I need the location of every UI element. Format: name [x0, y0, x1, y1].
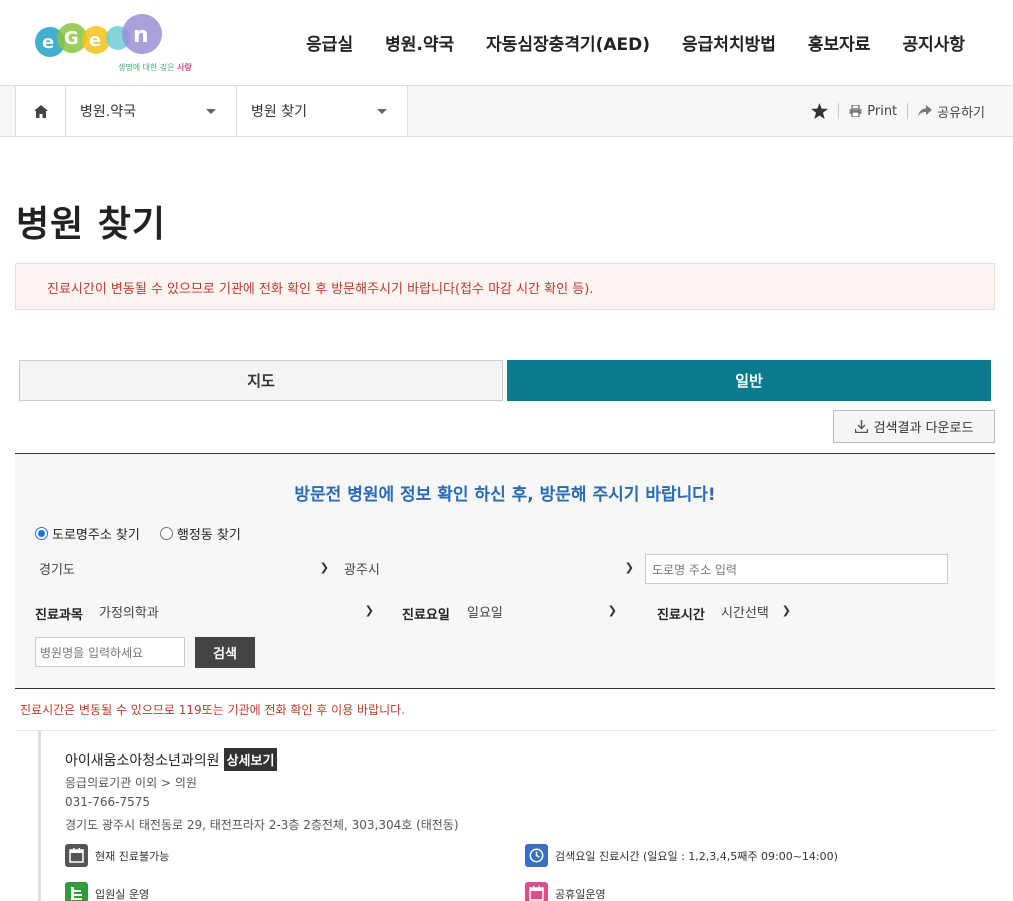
breadcrumb-level1-dropdown[interactable]: 병원.약국 [66, 86, 237, 136]
radio-road-address-label: 도로명주소 찾기 [52, 528, 140, 543]
weekday-label: 진료요일 [402, 608, 450, 623]
print-label: Print [867, 103, 898, 119]
caret-down-icon [377, 109, 387, 114]
holiday-calendar-icon [525, 882, 548, 901]
svg-text:e: e [89, 30, 101, 51]
nav-item-first-aid[interactable]: 응급처치방법 [682, 30, 776, 55]
svg-text:n: n [133, 23, 149, 48]
road-address-input[interactable]: 도로명 주소 입력 [645, 554, 948, 584]
download-icon [854, 420, 868, 433]
search-panel: 방문전 병원에 정보 확인 하신 후, 방문해 주시기 바랍니다! 도로명주소 … [15, 453, 995, 689]
result-notice: 진료시간은 변동될 수 있으므로 119또는 기관에 전화 확인 후 이용 바랍… [20, 703, 406, 717]
feature-hours-text: 검색요일 진료시간 (일요일 : 1,2,3,4,5째주 09:00~14:00… [555, 849, 838, 863]
share-label: 공유하기 [937, 105, 985, 121]
svg-text:e: e [42, 32, 54, 53]
chevron-down-icon: ❯ [781, 604, 791, 617]
calendar-icon [65, 844, 88, 867]
chevron-down-icon: ❯ [607, 604, 617, 617]
feature-inpatient-text: 입원실 운영 [95, 887, 150, 901]
location-bar: 병원.약국 병원 찾기 Print 공유하기 [0, 86, 1013, 137]
hospital-name-row: 아이새움소아청소년과의원 상세보기 [65, 748, 278, 771]
utility-links: Print 공유하기 [811, 86, 985, 136]
feature-holiday-text: 공휴일운영 [555, 887, 606, 901]
site-logo[interactable]: e G e n 생명에 대한 깊은 사랑 [34, 12, 192, 76]
department-select[interactable]: 가정의학과 ❯ [95, 596, 380, 626]
time-select[interactable]: 시간선택 ❯ [717, 596, 797, 626]
hospital-category: 응급의료기관 이외 > 의원 [65, 776, 197, 790]
department-label: 진료과목 [35, 608, 83, 623]
radio-admin-district-label: 행정동 찾기 [176, 528, 241, 543]
weekday-value: 일요일 [467, 605, 503, 621]
nav-item-notice[interactable]: 공지사항 [902, 30, 965, 55]
hospital-address: 경기도 광주시 태전동로 29, 태전프라자 2-3층 2층전체, 303,30… [65, 818, 459, 832]
province-select[interactable]: 경기도 ❯ [35, 553, 335, 583]
radio-unchecked-icon [159, 527, 173, 540]
print-button[interactable]: Print [849, 104, 897, 119]
radio-checked-icon [35, 527, 48, 540]
detail-view-button[interactable]: 상세보기 [223, 748, 278, 771]
chevron-down-icon: ❯ [624, 561, 634, 574]
divider [838, 103, 840, 119]
hospital-name[interactable]: 아이새움소아청소년과의원 [65, 750, 220, 770]
feature-current-status-text: 현재 진료불가능 [95, 849, 170, 863]
share-arrow-icon [918, 105, 933, 117]
weekday-select[interactable]: 일요일 ❯ [463, 596, 623, 626]
feature-inpatient: 입원실 운영 [65, 882, 149, 901]
nav-item-promotion[interactable]: 홍보자료 [808, 30, 871, 55]
notice-banner: 진료시간이 변동될 수 있으므로 기관에 전화 확인 후 방문해주시기 바랍니다… [15, 263, 995, 310]
breadcrumb-level2-dropdown[interactable]: 병원 찾기 [237, 86, 408, 136]
tab-map[interactable]: 지도 [19, 360, 503, 401]
feature-current-status: 현재 진료불가능 [65, 844, 169, 867]
download-results-button[interactable]: 검색결과 다운로드 [833, 410, 995, 443]
city-select[interactable]: 광주시 ❯ [340, 553, 640, 583]
nav-item-aed[interactable]: 자동심장충격기(AED) [486, 30, 650, 55]
city-value: 광주시 [344, 562, 380, 578]
favorite-button[interactable] [811, 103, 829, 119]
download-label: 검색결과 다운로드 [873, 421, 974, 436]
address-type-radio-group: 도로명주소 찾기 행정동 찾기 [35, 524, 261, 543]
chevron-down-icon: ❯ [319, 561, 329, 574]
star-icon [811, 103, 829, 119]
site-header: e G e n 생명에 대한 깊은 사랑 응급실 병원.약국 자동심장충격기(A… [0, 0, 1013, 86]
nav-item-emergency-room[interactable]: 응급실 [306, 30, 353, 55]
department-value: 가정의학과 [99, 605, 159, 621]
svg-text:G: G [64, 28, 79, 49]
notice-text: 진료시간이 변동될 수 있으므로 기관에 전화 확인 후 방문해주시기 바랍니다… [47, 282, 594, 297]
search-panel-title: 방문전 병원에 정보 확인 하신 후, 방문해 주시기 바랍니다! [294, 485, 716, 505]
printer-icon [849, 105, 862, 117]
nav-item-hospital-pharmacy[interactable]: 병원.약국 [385, 30, 454, 55]
province-value: 경기도 [39, 562, 75, 578]
home-button[interactable] [15, 86, 66, 136]
feature-hours: 검색요일 진료시간 (일요일 : 1,2,3,4,5째주 09:00~14:00… [525, 844, 838, 867]
search-button[interactable]: 검색 [195, 637, 255, 668]
tab-general[interactable]: 일반 [507, 360, 991, 401]
breadcrumb-level1-label: 병원.약국 [80, 104, 136, 120]
main-nav: 응급실 병원.약국 자동심장충격기(AED) 응급처치방법 홍보자료 공지사항 [274, 30, 965, 55]
logo-tagline: 생명에 대한 깊은 사랑 [118, 63, 192, 72]
time-label: 진료시간 [657, 608, 705, 623]
result-item: 아이새움소아청소년과의원 상세보기 응급의료기관 이외 > 의원 031-766… [38, 731, 995, 901]
breadcrumb-level2-label: 병원 찾기 [251, 104, 307, 120]
chevron-down-icon: ❯ [364, 604, 374, 617]
radio-admin-district[interactable]: 행정동 찾기 [159, 524, 241, 543]
hospital-name-input[interactable]: 병원명을 입력하세요 [35, 637, 185, 667]
feature-holiday: 공휴일운영 [525, 882, 606, 901]
bed-icon [65, 882, 88, 901]
share-button[interactable]: 공유하기 [918, 102, 985, 121]
time-value: 시간선택 [721, 605, 769, 621]
clock-icon [525, 844, 548, 867]
home-icon [33, 104, 48, 118]
radio-road-address[interactable]: 도로명주소 찾기 [35, 524, 140, 543]
caret-down-icon [206, 109, 216, 114]
divider [907, 103, 909, 119]
page-title: 병원 찾기 [16, 204, 167, 245]
hospital-phone[interactable]: 031-766-7575 [65, 795, 150, 809]
